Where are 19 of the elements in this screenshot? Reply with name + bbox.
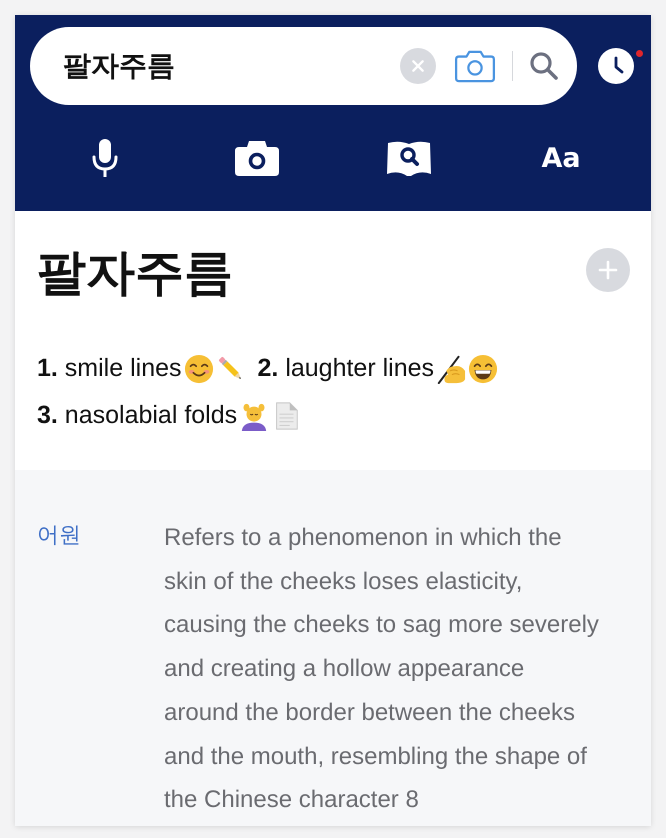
font-size-button[interactable]: Aa	[541, 142, 581, 174]
search-input[interactable]: 팔자주름	[63, 46, 400, 86]
clock-icon[interactable]	[598, 48, 634, 84]
book-search-icon[interactable]	[387, 140, 431, 176]
headword: 팔자주름	[37, 243, 233, 303]
plus-icon	[598, 260, 618, 280]
definition-text: 2. laughter lines	[258, 354, 434, 383]
search-bar[interactable]: 팔자주름	[30, 27, 577, 105]
etymology-text: Refers to a phenomenon in which the skin of the cheeks loses elasticity, causing the cheeks to sag more severely and creating a hollow appearance around the border between the cheeks and the mouth, resembling the shape of the Chinese character 8	[164, 523, 600, 816]
camera-icon[interactable]	[235, 140, 279, 176]
etymology-label: 어원	[37, 522, 82, 550]
definition-text: 3. nasolabial folds	[37, 401, 238, 430]
definition-text: 1. smile lines	[37, 354, 182, 383]
close-icon	[410, 59, 424, 73]
search-icon[interactable]	[529, 51, 559, 81]
smiling-face-icon	[184, 354, 214, 384]
microphone-icon[interactable]	[91, 138, 119, 178]
writing-hand-icon	[436, 354, 466, 384]
grinning-face-icon	[468, 354, 498, 384]
